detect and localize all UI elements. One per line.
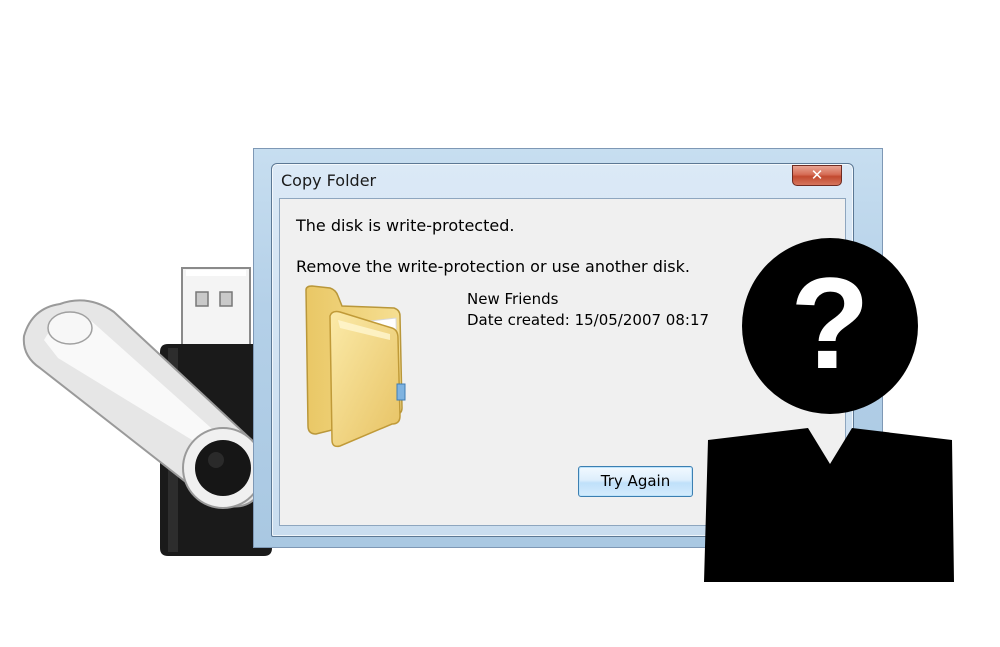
item-date-created: Date created: 15/05/2007 08:17 [467, 311, 710, 329]
anonymous-person-icon: ? [704, 238, 954, 582]
usb-drive-icon [22, 267, 272, 556]
try-again-button[interactable]: Try Again [578, 466, 693, 497]
message-secondary: Remove the write-protection or use anoth… [296, 257, 690, 276]
item-name: New Friends [467, 290, 559, 308]
message-primary: The disk is write-protected. [296, 216, 515, 235]
close-button[interactable]: ✕ [792, 165, 842, 186]
question-mark-icon: ? [790, 250, 869, 396]
folder-icon [305, 285, 406, 448]
dialog-title: Copy Folder [281, 171, 377, 190]
